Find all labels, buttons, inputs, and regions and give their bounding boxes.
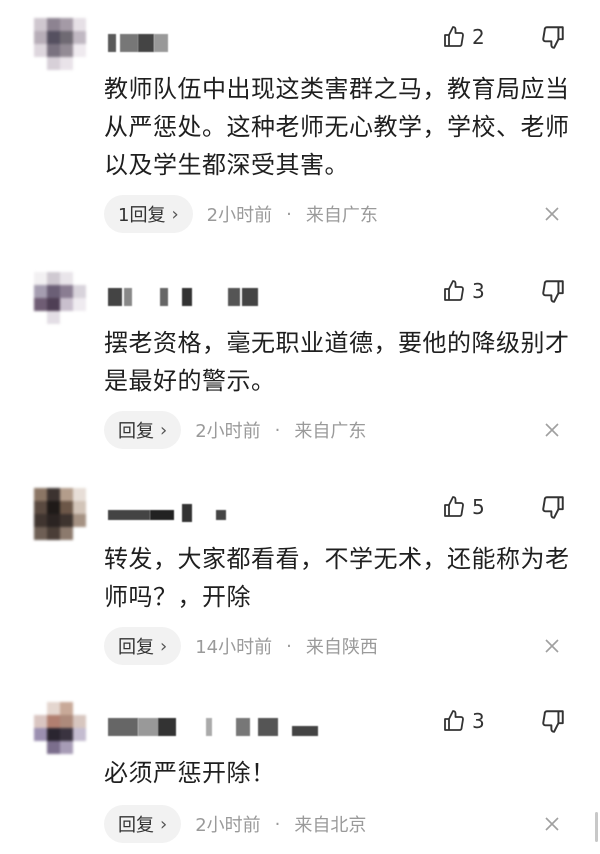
comment-meta: 回复 › 2小时前 · 来自广东: [104, 410, 366, 450]
thumbs-up-icon: [444, 26, 464, 47]
reply-button[interactable]: 回复 ›: [104, 627, 182, 665]
thumbs-down-icon[interactable]: [540, 494, 566, 520]
comment-text: 摆老资格，毫无职业道德，要他的降级别才是最好的警示。: [104, 329, 570, 395]
chevron-right-icon: ›: [160, 419, 168, 441]
username[interactable]: [108, 504, 328, 522]
close-icon[interactable]: [542, 204, 562, 224]
chevron-right-icon: ›: [160, 813, 168, 835]
comment-text: 教师队伍中出现这类害群之马，教育局应当从严惩处。这种老师无心教学，学校、老师以及…: [104, 75, 570, 179]
separator: ·: [274, 813, 281, 835]
timestamp: 2小时前: [195, 421, 261, 442]
comment-meta: 回复 › 14小时前 · 来自陕西: [104, 626, 378, 666]
location: 来自陕西: [305, 637, 378, 658]
location: 来自广东: [305, 205, 378, 226]
separator: ·: [274, 419, 281, 441]
timestamp: 2小时前: [195, 815, 261, 836]
thumbs-down-icon[interactable]: [540, 278, 566, 304]
like-count: 5: [472, 495, 485, 519]
reply-label: 回复: [118, 815, 154, 836]
avatar[interactable]: [34, 18, 86, 70]
like-button[interactable]: 5: [442, 492, 485, 522]
thumbs-up-icon: [444, 280, 464, 301]
like-count: 3: [472, 709, 485, 733]
timestamp: 2小时前: [206, 205, 273, 226]
like-count: 2: [472, 25, 485, 49]
like-button[interactable]: 2: [442, 22, 485, 52]
reply-label: 1回复: [118, 205, 166, 226]
thumbs-up-icon: [444, 710, 464, 731]
close-icon[interactable]: [542, 420, 562, 440]
like-count: 3: [472, 279, 485, 303]
thumbs-up-icon: [444, 496, 464, 517]
comment-text: 转发，大家都看看，不学无术，还能称为老师吗？，开除: [104, 545, 570, 611]
username[interactable]: [108, 718, 328, 736]
reply-button[interactable]: 回复 ›: [104, 411, 182, 449]
reply-button[interactable]: 1回复 ›: [104, 195, 193, 233]
location: 来自广东: [294, 421, 367, 442]
comment-text: 必须严惩开除！: [104, 759, 276, 787]
comment-meta: 1回复 › 2小时前 · 来自广东: [104, 194, 378, 234]
like-button[interactable]: 3: [442, 276, 485, 306]
avatar[interactable]: [34, 272, 86, 324]
like-button[interactable]: 3: [442, 706, 485, 736]
reply-label: 回复: [118, 637, 154, 658]
reply-button[interactable]: 回复 ›: [104, 805, 182, 843]
thumbs-down-icon[interactable]: [540, 708, 566, 734]
close-icon[interactable]: [542, 814, 562, 834]
location: 来自北京: [294, 815, 367, 836]
avatar[interactable]: [34, 488, 86, 540]
avatar[interactable]: [34, 702, 86, 754]
timestamp: 14小时前: [195, 637, 273, 658]
chevron-right-icon: ›: [171, 203, 179, 225]
username[interactable]: [108, 34, 328, 52]
thumbs-down-icon[interactable]: [540, 24, 566, 50]
reply-label: 回复: [118, 421, 154, 442]
separator: ·: [286, 635, 292, 657]
chevron-right-icon: ›: [160, 635, 168, 657]
close-icon[interactable]: [542, 636, 562, 656]
scrollbar[interactable]: [595, 812, 598, 842]
username[interactable]: [108, 288, 328, 306]
comment-meta: 回复 › 2小时前 · 来自北京: [104, 804, 366, 844]
separator: ·: [286, 203, 292, 225]
